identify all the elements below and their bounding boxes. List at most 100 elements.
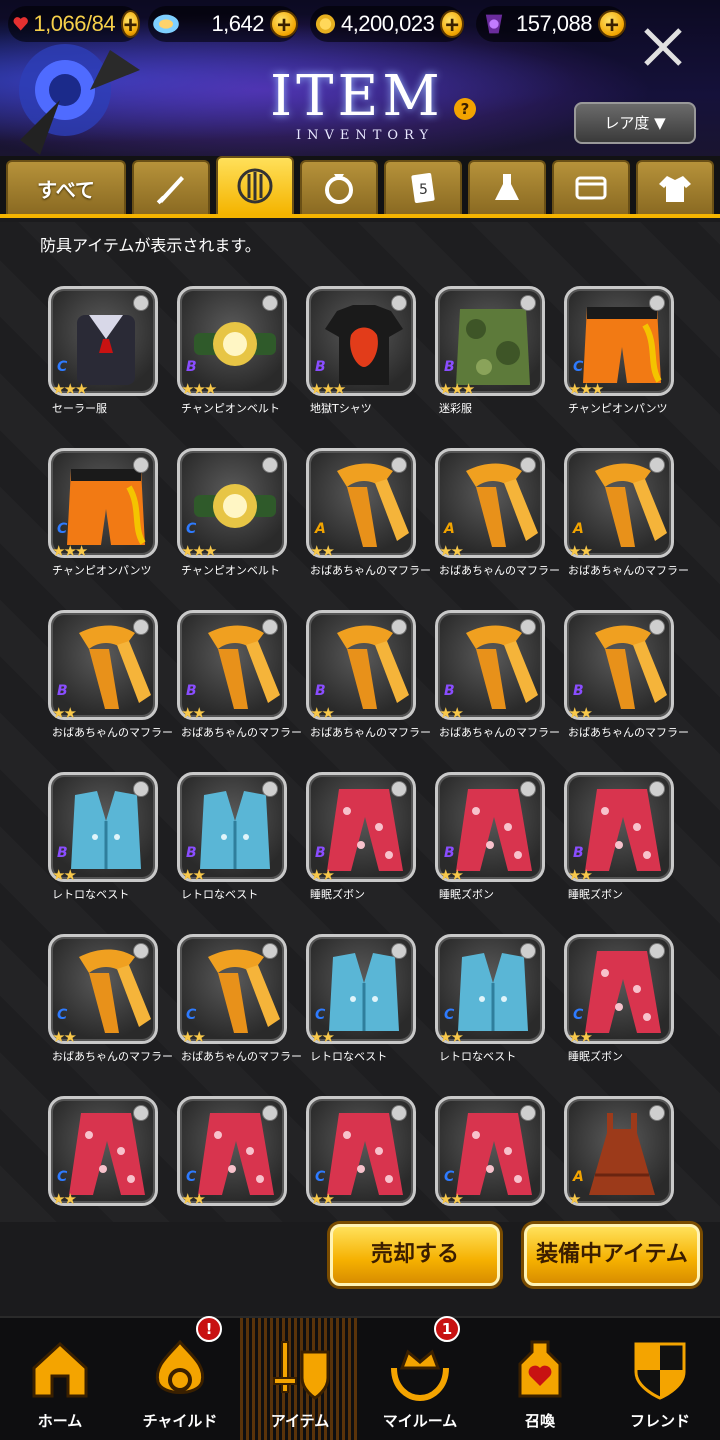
item-slot[interactable]: C ★★★ チャンピオンパンツ (48, 448, 172, 596)
item-slot[interactable]: B ★★ おばあちゃんのマフラー (435, 610, 560, 758)
lock-icon[interactable] (391, 781, 407, 797)
lock-icon[interactable] (649, 943, 665, 959)
lock-icon[interactable] (133, 619, 149, 635)
nav-friend[interactable]: フレンド (600, 1318, 720, 1440)
lock-icon[interactable] (520, 943, 536, 959)
item-slot[interactable]: B ★★ 睡眠ズボン (306, 772, 430, 920)
close-icon[interactable] (640, 24, 686, 70)
lock-icon[interactable] (262, 457, 278, 473)
tab-card[interactable]: 5 (384, 160, 462, 214)
tab-accessory[interactable] (300, 160, 378, 214)
gold-coin-icon (315, 14, 336, 34)
lock-icon[interactable] (649, 619, 665, 635)
item-frame[interactable]: A (564, 1096, 674, 1206)
item-name: おばあちゃんのマフラー (181, 1050, 302, 1063)
item-slot[interactable]: A ★ (564, 1096, 688, 1244)
item-slot[interactable]: C ★★ (48, 1096, 172, 1244)
lock-icon[interactable] (391, 295, 407, 311)
item-slot[interactable]: B ★★★ チャンピオンベルト (177, 286, 301, 434)
lock-icon[interactable] (649, 457, 665, 473)
tab-weapon[interactable] (132, 160, 210, 214)
item-stars: ★★ (439, 1190, 464, 1208)
lock-icon[interactable] (262, 619, 278, 635)
item-slot[interactable]: B ★★ おばあちゃんのマフラー (48, 610, 173, 758)
add-potion-button[interactable]: + (598, 10, 626, 39)
item-slot[interactable]: C ★★ おばあちゃんのマフラー (177, 934, 302, 1082)
nav-home[interactable]: ホーム (0, 1318, 120, 1440)
bottom-navigation: ホーム ! チャイルド アイテム 1 マイルーム 召喚 フレンド (0, 1316, 720, 1440)
lock-icon[interactable] (391, 943, 407, 959)
gem-counter: 1,642 + (148, 6, 298, 42)
item-slot[interactable]: C ★★ (306, 1096, 430, 1244)
item-slot[interactable]: C ★★ (177, 1096, 301, 1244)
rarity-sort-button[interactable]: レア度 ▼ (574, 102, 696, 144)
ring-icon (325, 174, 353, 204)
lock-icon[interactable] (133, 1105, 149, 1121)
lock-icon[interactable] (391, 1105, 407, 1121)
lock-icon[interactable] (520, 457, 536, 473)
lock-icon[interactable] (649, 1105, 665, 1121)
item-slot[interactable]: B ★★ おばあちゃんのマフラー (177, 610, 302, 758)
item-name: おばあちゃんのマフラー (568, 564, 689, 577)
item-slot[interactable]: A ★★ おばあちゃんのマフラー (435, 448, 560, 596)
tab-armor[interactable] (216, 156, 294, 214)
lock-icon[interactable] (520, 619, 536, 635)
item-slot[interactable]: C ★★ レトロなベスト (306, 934, 430, 1082)
item-stars: ★ (568, 1190, 582, 1208)
lock-icon[interactable] (520, 781, 536, 797)
rarity-rank: B (186, 359, 197, 375)
item-slot[interactable]: B ★★★ 迷彩服 (435, 286, 559, 434)
item-slot[interactable]: A ★★ おばあちゃんのマフラー (306, 448, 431, 596)
add-heart-button[interactable]: + (121, 10, 140, 39)
lock-icon[interactable] (649, 295, 665, 311)
item-stars: ★★ (568, 1028, 593, 1046)
lock-icon[interactable] (649, 781, 665, 797)
help-icon[interactable]: ? (454, 98, 476, 120)
lock-icon[interactable] (133, 457, 149, 473)
add-coin-button[interactable]: + (440, 10, 464, 39)
lock-icon[interactable] (133, 943, 149, 959)
tab-costume[interactable] (636, 160, 714, 214)
blue-rose-emblem (19, 44, 140, 155)
nav-item[interactable]: アイテム (240, 1318, 360, 1440)
item-slot[interactable]: C ★★★ セーラー服 (48, 286, 172, 434)
rarity-rank: B (57, 683, 68, 699)
item-slot[interactable]: B ★★ 睡眠ズボン (564, 772, 688, 920)
tab-consumable[interactable] (468, 160, 546, 214)
friend-icon (634, 1342, 686, 1400)
lock-icon[interactable] (520, 295, 536, 311)
item-slot[interactable]: B ★★ 睡眠ズボン (435, 772, 559, 920)
item-slot[interactable]: C ★★ (435, 1096, 559, 1244)
item-slot[interactable]: C ★★★ チャンピオンベルト (177, 448, 301, 596)
sell-button[interactable]: 売却する (330, 1224, 500, 1286)
lock-icon[interactable] (133, 781, 149, 797)
lock-icon[interactable] (391, 457, 407, 473)
item-slot[interactable]: A ★★ おばあちゃんのマフラー (564, 448, 689, 596)
lock-icon[interactable] (262, 943, 278, 959)
nav-child[interactable]: ! チャイルド (120, 1316, 240, 1440)
lock-icon[interactable] (133, 295, 149, 311)
item-slot[interactable]: B ★★ レトロなベスト (48, 772, 172, 920)
item-slot[interactable]: B ★★ おばあちゃんのマフラー (306, 610, 431, 758)
tab-wallet[interactable] (552, 160, 630, 214)
rarity-rank: C (573, 1007, 584, 1023)
item-slot[interactable]: C ★★ 睡眠ズボン (564, 934, 688, 1082)
add-gem-button[interactable]: + (270, 10, 298, 39)
shirt-icon (659, 176, 691, 202)
equipped-items-button[interactable]: 装備中アイテム (524, 1224, 700, 1286)
lock-icon[interactable] (262, 295, 278, 311)
page-title: ITEM (270, 64, 444, 129)
tab-all[interactable]: すべて (6, 160, 126, 214)
lock-icon[interactable] (262, 1105, 278, 1121)
item-slot[interactable]: C ★★★ チャンピオンパンツ (564, 286, 688, 434)
item-slot[interactable]: B ★★★ 地獄Tシャツ (306, 286, 430, 434)
item-slot[interactable]: B ★★ レトロなベスト (177, 772, 301, 920)
lock-icon[interactable] (262, 781, 278, 797)
item-slot[interactable]: B ★★ おばあちゃんのマフラー (564, 610, 689, 758)
item-slot[interactable]: C ★★ レトロなベスト (435, 934, 559, 1082)
lock-icon[interactable] (391, 619, 407, 635)
item-slot[interactable]: C ★★ おばあちゃんのマフラー (48, 934, 173, 1082)
lock-icon[interactable] (520, 1105, 536, 1121)
nav-summon[interactable]: 召喚 (480, 1318, 600, 1440)
nav-myroom[interactable]: 1 マイルーム (360, 1316, 480, 1440)
